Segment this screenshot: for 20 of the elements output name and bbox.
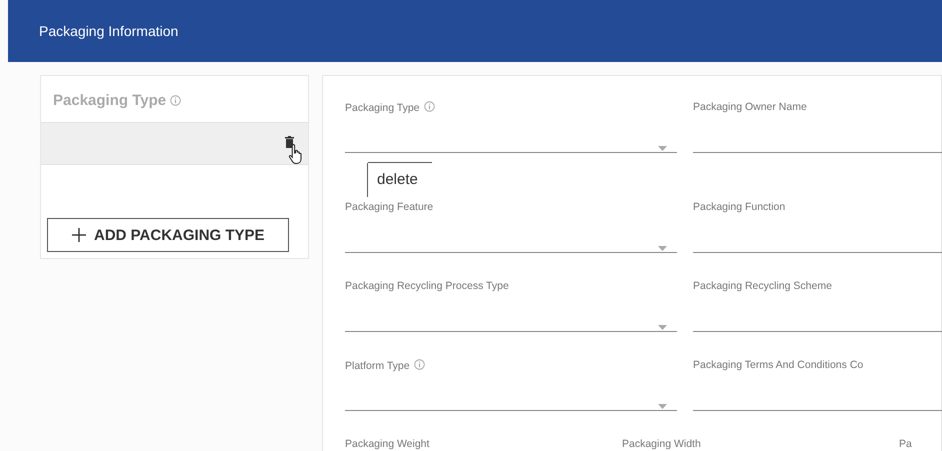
trash-icon[interactable]	[285, 136, 294, 148]
field-label: Pa	[899, 438, 912, 450]
plus-icon	[72, 228, 86, 242]
caret-icon	[658, 325, 667, 330]
panel-title: Packaging Type	[53, 92, 166, 109]
field-label: Packaging Terms And Conditions Co	[693, 359, 864, 371]
field-label: Packaging Recycling Process Type	[345, 280, 509, 292]
field-label: Packaging Type	[345, 102, 420, 114]
field-label: Packaging Feature	[345, 201, 434, 213]
field-label: Packaging Owner Name	[693, 101, 807, 113]
header-title: Packaging Information	[39, 23, 178, 39]
field-label: Packaging Function	[693, 201, 786, 213]
field-label: Packaging Recycling Scheme	[693, 280, 832, 292]
field-label: Platform Type	[345, 360, 410, 372]
field-label: Packaging Weight	[345, 438, 430, 450]
field-label: Packaging Width	[622, 438, 701, 450]
caret-icon	[658, 146, 667, 151]
add-packaging-type-button[interactable]: ADD PACKAGING TYPE	[47, 218, 289, 252]
caret-icon	[658, 404, 667, 409]
caret-icon	[658, 246, 667, 251]
